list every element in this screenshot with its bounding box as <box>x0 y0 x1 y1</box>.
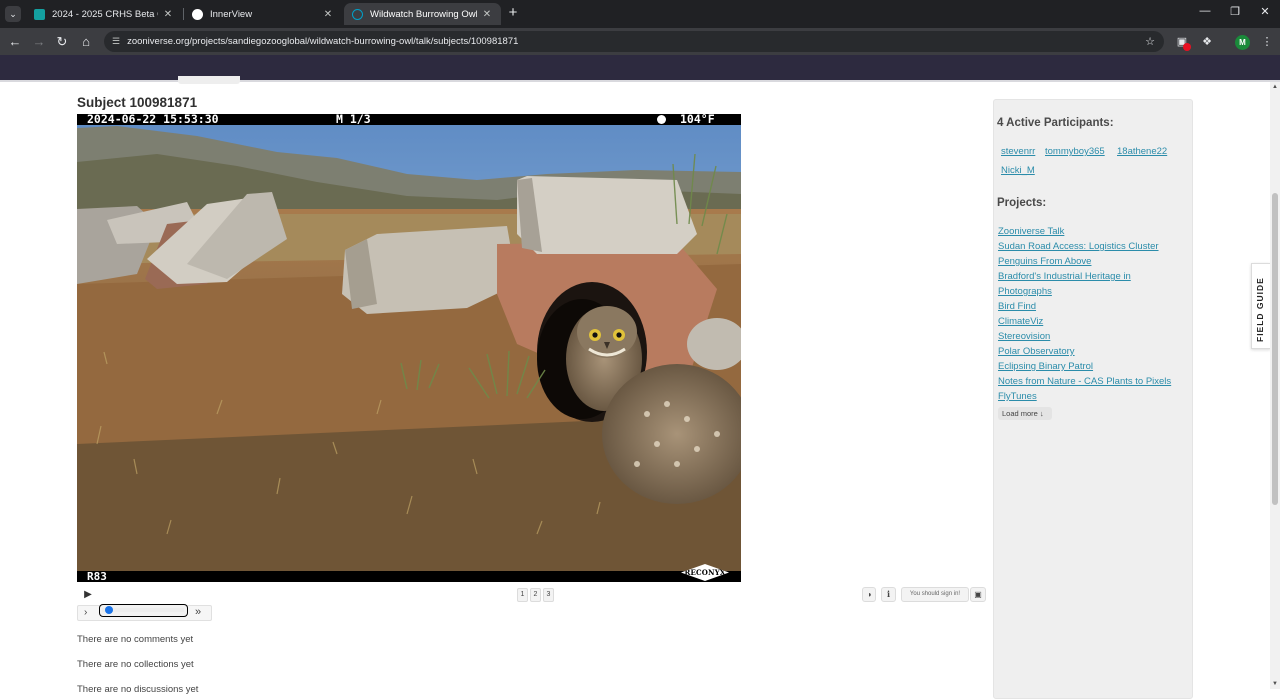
frame-page-2-button[interactable]: 2 <box>530 588 541 602</box>
forward-arrow-icon[interactable]: → <box>30 33 48 51</box>
browser-menu-icon[interactable]: ⋮ <box>1259 34 1275 50</box>
beta-club-favicon-icon <box>34 8 45 20</box>
extension-alert-dot <box>1183 43 1191 51</box>
close-window-icon[interactable]: ✕ <box>1256 5 1274 18</box>
project-link[interactable]: Stereovision <box>998 331 1050 342</box>
no-comments-text: There are no comments yet <box>77 634 194 645</box>
reload-icon[interactable]: ↻ <box>53 33 71 51</box>
tab-title: InnerView <box>210 8 253 20</box>
browser-tab-strip: ⌄ 2024 - 2025 CRHS Beta Club ✕ InnerView… <box>0 0 1280 28</box>
slider-track <box>102 608 184 612</box>
site-settings-icon[interactable]: ☰ <box>112 36 120 47</box>
participant-link[interactable]: Nicki_M <box>1001 165 1035 176</box>
tab-beta-club[interactable]: 2024 - 2025 CRHS Beta Club ✕ <box>26 3 182 25</box>
scrollbar-thumb[interactable] <box>1272 193 1278 505</box>
camera-info-strip: 2024-06-22 15:53:30 M 1/3 104°F <box>77 114 741 125</box>
info-icon[interactable]: i <box>881 587 896 602</box>
project-link[interactable]: ClimateViz <box>998 316 1043 327</box>
project-link[interactable]: Sudan Road Access: Logistics Cluster <box>998 241 1159 252</box>
project-link[interactable]: Bradford's Industrial Heritage in <box>998 271 1131 282</box>
home-icon[interactable]: ⌂ <box>77 33 95 51</box>
scroll-up-icon[interactable]: ▲ <box>1270 82 1280 92</box>
url-text[interactable]: zooniverse.org/projects/sandiegozoogloba… <box>127 36 1140 47</box>
view-image-icon[interactable]: ▣ <box>970 587 986 602</box>
previous-frame-icon[interactable]: › <box>84 607 87 618</box>
play-icon[interactable]: ▶ <box>81 589 95 601</box>
bookmark-star-icon[interactable]: ☆ <box>1140 35 1160 48</box>
back-arrow-icon[interactable]: ← <box>6 33 24 51</box>
tab-title: Wildwatch Burrowing Owl » Talk <box>370 8 477 20</box>
new-tab-icon[interactable]: + <box>505 5 521 21</box>
invert-colors-icon[interactable]: ◑ <box>862 587 876 602</box>
close-tab-icon[interactable]: ✕ <box>322 9 334 20</box>
extensions-puzzle-icon[interactable]: ❖ <box>1199 34 1215 50</box>
sign-in-prompt-button[interactable]: You should sign in! <box>901 587 969 602</box>
camera-site-id: R83 <box>87 570 107 582</box>
slider-thumb[interactable] <box>104 606 113 614</box>
participant-link[interactable]: tommyboy365 <box>1045 146 1105 157</box>
field-guide-label: FIELD GUIDE <box>1255 277 1265 342</box>
zooniverse-favicon-icon <box>352 8 363 20</box>
project-link[interactable]: FlyTunes <box>998 391 1037 402</box>
browser-toolbar: ← → ↻ ⌂ ☰ zooniverse.org/projects/sandie… <box>0 28 1280 55</box>
extension-badge-icon[interactable]: ▣ <box>1174 34 1191 51</box>
tab-innerview[interactable]: InnerView ✕ <box>184 3 342 25</box>
project-link[interactable]: Eclipsing Binary Patrol <box>998 361 1093 372</box>
camera-footer-strip: R83 <box>77 571 741 582</box>
project-link[interactable]: Zooniverse Talk <box>998 226 1064 237</box>
next-frame-icon[interactable]: » <box>195 606 201 618</box>
project-link[interactable]: Penguins From Above <box>998 256 1091 267</box>
camera-mode: M 1/3 <box>336 114 371 126</box>
profile-avatar[interactable]: M <box>1235 35 1250 50</box>
camera-temperature: 104°F <box>680 114 715 126</box>
scroll-down-icon[interactable]: ▼ <box>1270 679 1280 689</box>
subject-title: Subject 100981871 <box>77 95 198 110</box>
camera-timestamp: 2024-06-22 15:53:30 <box>87 114 219 126</box>
moon-phase-icon <box>657 115 666 124</box>
no-discussions-text: There are no discussions yet <box>77 684 199 695</box>
frame-slider[interactable] <box>99 604 188 617</box>
tab-title: 2024 - 2025 CRHS Beta Club <box>52 8 158 20</box>
project-link[interactable]: Notes from Nature - CAS Plants to Pixels <box>998 376 1171 387</box>
tab-wildwatch-talk[interactable]: Wildwatch Burrowing Owl » Talk ✕ <box>344 3 501 25</box>
tab-search-dropdown-icon[interactable]: ⌄ <box>5 6 21 22</box>
address-bar[interactable]: ☰ zooniverse.org/projects/sandiegozooglo… <box>104 31 1164 52</box>
innerview-favicon-icon <box>192 8 203 20</box>
breadcrumb-edge <box>178 76 240 84</box>
frame-page-3-button[interactable]: 3 <box>543 588 554 602</box>
close-tab-icon[interactable]: ✕ <box>162 9 174 20</box>
camera-trap-photo-illustration <box>77 114 741 582</box>
participant-link[interactable]: 18athene22 <box>1117 146 1167 157</box>
close-tab-icon[interactable]: ✕ <box>481 9 493 20</box>
participant-link[interactable]: stevenrr <box>1001 146 1035 157</box>
frame-page-1-button[interactable]: 1 <box>517 588 528 602</box>
restore-window-icon[interactable]: ❐ <box>1226 5 1244 18</box>
project-link[interactable]: Bird Find <box>998 301 1036 312</box>
no-collections-text: There are no collections yet <box>77 659 194 670</box>
minimize-window-icon[interactable]: — <box>1196 5 1214 17</box>
load-more-button[interactable]: Load more ↓ <box>998 407 1052 420</box>
subject-camera-trap-image[interactable]: 2024-06-22 15:53:30 M 1/3 104°F R83 RECO… <box>77 114 741 582</box>
field-guide-tab[interactable]: FIELD GUIDE <box>1251 263 1271 349</box>
active-participants-heading: 4 Active Participants: <box>997 117 1114 129</box>
project-link[interactable]: Photographs <box>998 286 1052 297</box>
projects-heading: Projects: <box>997 197 1047 209</box>
project-link[interactable]: Polar Observatory <box>998 346 1075 357</box>
